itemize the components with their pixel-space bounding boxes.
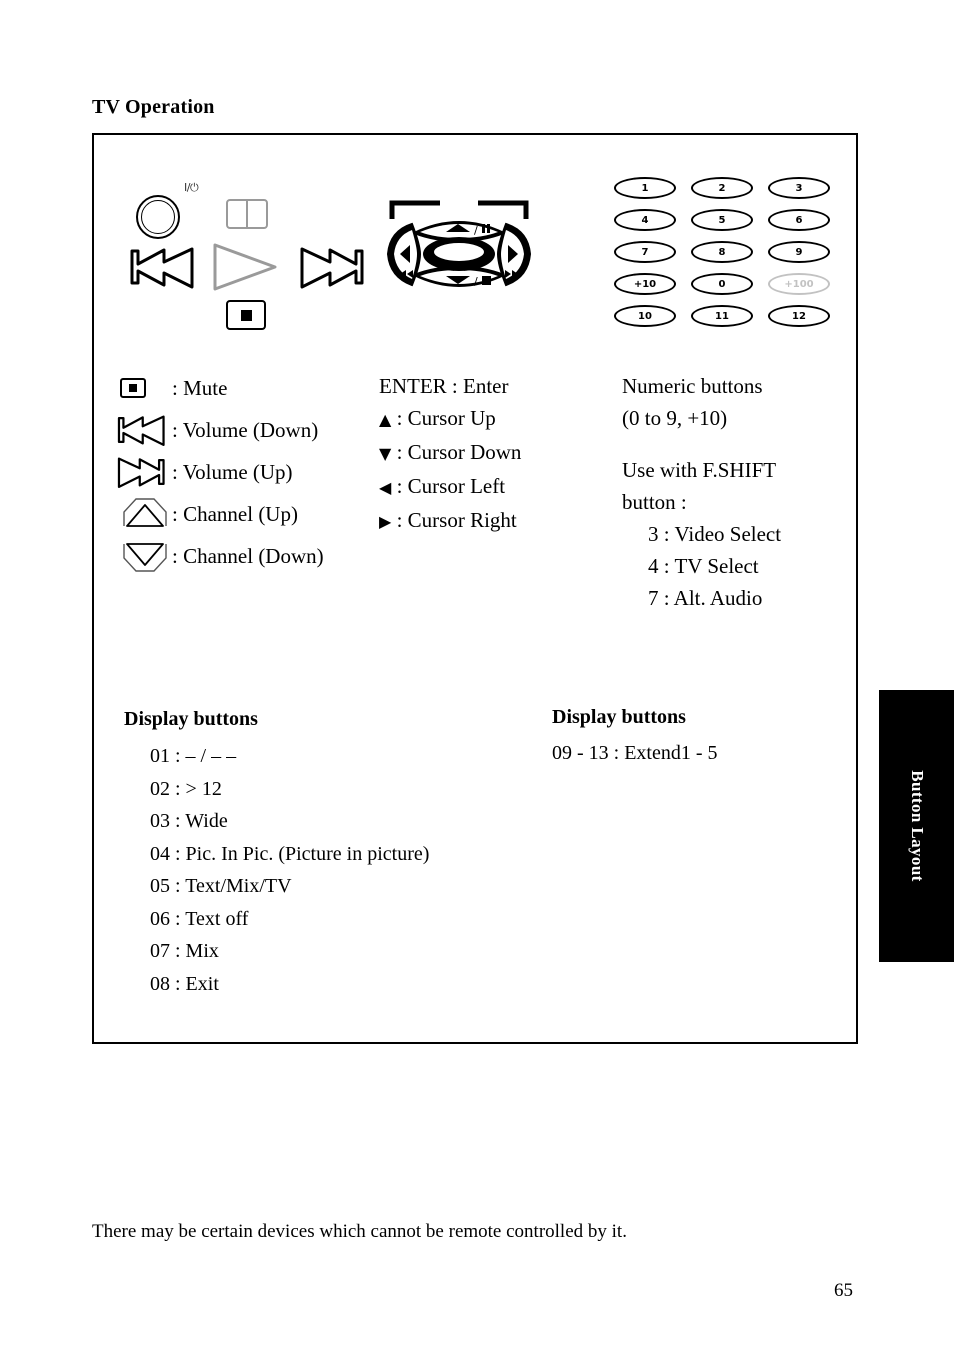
keypad-row: 10 11 12 [614,305,830,327]
display-button-item-05: 05 : Text/Mix/TV [150,875,292,897]
key-12: 12 [768,305,830,327]
section-tab-label: Button Layout [907,770,927,882]
footer-note: There may be certain devices which canno… [92,1221,627,1242]
pause-icon [226,199,268,229]
key-9: 9 [768,241,830,263]
key-11: 11 [691,305,753,327]
legend-label: : Cursor Left [391,474,506,498]
legend-label: : Channel (Up) [172,501,298,526]
key-4: 4 [614,209,676,231]
legend-label: : Channel (Down) [172,543,324,568]
volume-up-icon [116,455,172,489]
key-8: 8 [691,241,753,263]
legend-item-volume-up: : Volume (Up) [116,451,416,493]
legend-item-channel-up: : Channel (Up) [116,493,416,535]
legend-item-cursor-left: ◀ : Cursor Left [379,470,599,504]
legend-label: : Volume (Down) [172,417,319,442]
display-buttons-heading: Display buttons [124,708,258,730]
keypad-row: +10 0 +100 [614,273,830,295]
play-icon [210,241,280,298]
legend-label: : Volume (Up) [172,459,293,484]
display-button-item-07: 07 : Mix [150,940,219,962]
svg-text:/: / [474,275,478,288]
legend-left-column: : Mute : Volume (Down) : Volume (Up): C… [116,367,416,577]
numeric-buttons-line-1: Numeric buttons [622,374,763,398]
key-plus100: +100 [768,273,830,295]
key-5: 5 [691,209,753,231]
fshift-item-tv-select: 4 : TV Select [648,554,759,578]
dpad-diagram: / / [384,197,534,312]
key-1: 1 [614,177,676,199]
cursor-left-icon: ◀ [379,478,392,497]
legend-item-channel-down: : Channel (Down) [116,535,416,577]
fshift-line-2: button : [622,490,687,514]
svg-text:/: / [474,224,478,237]
display-button-item-04: 04 : Pic. In Pic. (Picture in picture) [150,842,430,865]
page-number: 65 [834,1280,853,1301]
legend-item-cursor-up: ▲ : Cursor Up [379,402,599,436]
key-6: 6 [768,209,830,231]
legend-label: : Mute [172,375,228,400]
display-button-item-03: 03 : Wide [150,810,228,832]
key-0: 0 [691,273,753,295]
key-10: 10 [614,305,676,327]
keypad-row: 4 5 6 [614,209,830,231]
numeric-buttons-line-2: (0 to 9, +10) [622,406,728,430]
key-7: 7 [614,241,676,263]
key-2: 2 [691,177,753,199]
fshift-line-1: Use with F.SHIFT [622,458,777,482]
cursor-up-icon: ▲ [379,410,392,429]
section-tab-button-layout: Button Layout [879,690,954,962]
key-plus10: +10 [614,273,676,295]
display-buttons-heading: Display buttons [552,706,686,728]
key-3: 3 [768,177,830,199]
display-buttons-left-section: Display buttons 01 : – / – – 02 : > 12 0… [124,708,554,1000]
legend-item-enter: ENTER : Enter [379,374,509,398]
display-button-item-extend: 09 - 13 : Extend1 - 5 [552,742,718,764]
button-layout-frame: I/⏻ / / 1 2 3 4 5 6 7 8 9 +10 0 +100 10 … [92,133,858,1044]
display-button-item-06: 06 : Text off [150,907,249,930]
display-button-item-02: 02 : > 12 [150,777,222,800]
legend-label: : Cursor Right [391,508,517,532]
keypad-row: 7 8 9 [614,241,830,263]
legend-item-mute: : Mute [116,367,416,409]
fshift-item-video-select: 3 : Video Select [648,522,782,546]
display-buttons-right-section: Display buttons 09 - 13 : Extend1 - 5 [552,706,852,768]
cursor-right-icon: ▶ [379,512,392,531]
stop-icon [226,300,266,330]
rewind-icon [128,245,198,294]
display-button-item-01: 01 : – / – – [150,745,237,767]
fast-forward-icon [298,245,368,294]
volume-down-icon [116,413,172,447]
cursor-down-icon: ▼ [379,444,392,463]
display-button-item-08: 08 : Exit [150,972,219,995]
channel-up-icon [116,496,172,532]
keypad-row: 1 2 3 [614,177,830,199]
legend-item-cursor-down: ▼ : Cursor Down [379,436,599,470]
power-button-icon [136,195,180,239]
legend-right-column: Numeric buttons (0 to 9, +10) Use with F… [622,370,852,614]
legend-label: : Cursor Up [391,406,496,430]
legend-item-cursor-right: ▶ : Cursor Right [379,504,599,538]
power-label: I/⏻ [184,181,199,194]
mute-stop-icon [116,378,172,398]
page-title: TV Operation [92,96,215,118]
numeric-keypad-diagram: 1 2 3 4 5 6 7 8 9 +10 0 +100 10 11 12 [614,177,830,337]
fshift-item-alt-audio: 7 : Alt. Audio [648,586,763,610]
legend-label: : Cursor Down [391,440,522,464]
legend-middle-column: ENTER : Enter ▲ : Cursor Up ▼ : Cursor D… [379,370,599,538]
channel-down-icon [116,538,172,574]
transport-controls-diagram: I/⏻ [128,173,388,338]
legend-item-volume-down: : Volume (Down) [116,409,416,451]
